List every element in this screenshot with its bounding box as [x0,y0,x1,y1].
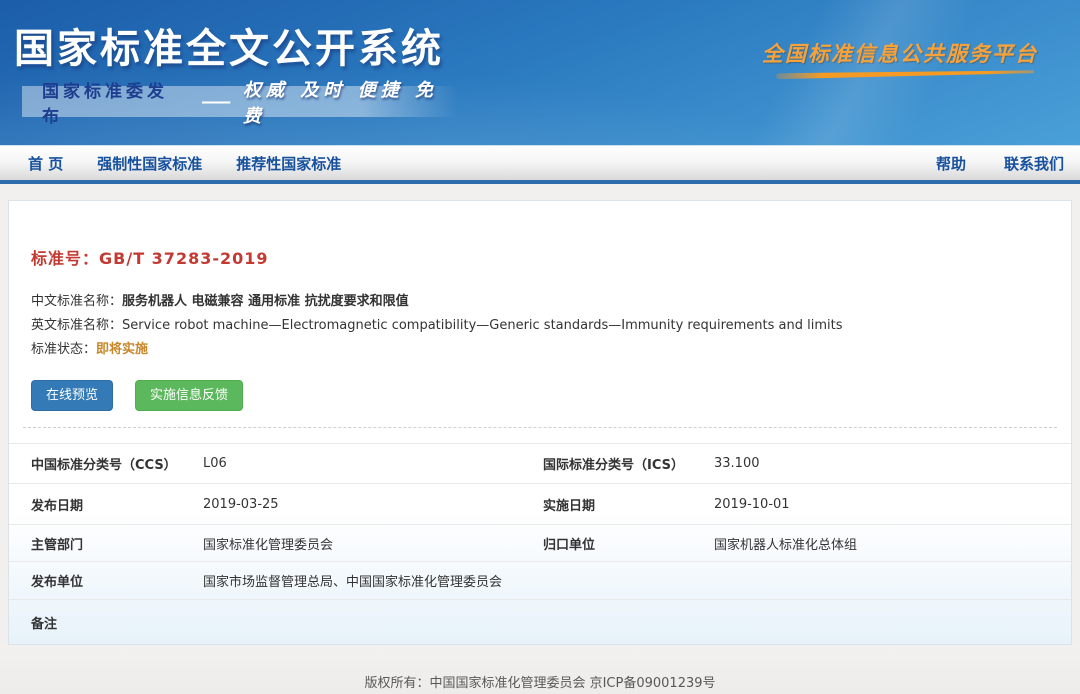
nav-mandatory-standards[interactable]: 强制性国家标准 [97,153,202,174]
cn-name-line: 中文标准名称：服务机器人 电磁兼容 通用标准 抗扰度要求和限值 [31,295,1071,308]
standard-number-value: GB/T 37283-2019 [99,249,269,268]
ccs-label: 中国标准分类号（CCS） [31,454,203,473]
centralized-unit-value: 国家机器人标准化总体组 [714,534,1071,553]
standard-number: 标准号：GB/T 37283-2019 [31,245,1071,269]
page-footer: 版权所有：中国国家标准化管理委员会 京ICP备09001239号 [0,645,1080,694]
table-row-classification: 中国标准分类号（CCS） L06 国际标准分类号（ICS） 33.100 [9,443,1071,483]
subtitle-dash: —— [201,92,229,111]
publish-unit-value: 国家市场监督管理总局、中国国家标准化管理委员会 [203,571,543,590]
dashed-divider [23,427,1057,428]
en-name-value: Service robot machine—Electromagnetic co… [122,318,842,333]
nav-recommended-standards[interactable]: 推荐性国家标准 [236,153,341,174]
table-row-publisher: 发布单位 国家市场监督管理总局、中国国家标准化管理委员会 [9,561,1071,599]
standard-fields: 中文标准名称：服务机器人 电磁兼容 通用标准 抗扰度要求和限值 英文标准名称：S… [31,295,1071,356]
cn-name-value: 服务机器人 电磁兼容 通用标准 抗扰度要求和限值 [122,294,409,309]
implementation-feedback-button[interactable]: 实施信息反馈 [135,380,243,411]
action-buttons: 在线预览 实施信息反馈 [31,380,1071,411]
en-name-label: 英文标准名称： [31,318,122,333]
en-name-line: 英文标准名称：Service robot machine—Electromagn… [31,319,1071,332]
site-header: 国家标准全文公开系统 国家标准委发布 —— 权威 及时 便捷 免费 全国标准信息… [0,0,1080,145]
status-badge: 即将实施 [96,342,148,357]
ccs-value: L06 [203,456,543,471]
platform-slogan: 全国标准信息公共服务平台 [762,38,1038,68]
status-line: 标准状态：即将实施 [31,343,1071,356]
authority-value: 国家标准化管理委员会 [203,534,543,553]
online-preview-button[interactable]: 在线预览 [31,380,113,411]
main-content: 标准号：GB/T 37283-2019 中文标准名称：服务机器人 电磁兼容 通用… [0,200,1080,645]
publish-date-value: 2019-03-25 [203,497,543,512]
publisher-text: 国家标准委发布 [42,77,187,127]
ics-label: 国际标准分类号（ICS） [543,454,714,473]
site-logo-title[interactable]: 国家标准全文公开系统 [14,16,444,74]
info-table: 中国标准分类号（CCS） L06 国际标准分类号（ICS） 33.100 发布日… [9,443,1071,656]
ics-value: 33.100 [714,456,1071,471]
slogan-underline-swoosh [776,69,1034,80]
implement-date-label: 实施日期 [543,495,714,514]
publish-unit-label: 发布单位 [31,571,203,590]
implement-date-value: 2019-10-01 [714,497,1071,512]
subtitle-slogan: 权威 及时 便捷 免费 [243,76,458,128]
cn-name-label: 中文标准名称： [31,294,122,309]
header-subtitle-band: 国家标准委发布 —— 权威 及时 便捷 免费 [22,86,458,117]
nav-contact[interactable]: 联系我们 [1004,153,1064,174]
nav-help[interactable]: 帮助 [936,153,966,174]
copyright-text: 版权所有：中国国家标准化管理委员会 京ICP备09001239号 [364,672,715,691]
table-row-departments: 主管部门 国家标准化管理委员会 归口单位 国家机器人标准化总体组 [9,524,1071,561]
authority-label: 主管部门 [31,534,203,553]
table-row-dates: 发布日期 2019-03-25 实施日期 2019-10-01 [9,483,1071,524]
nav-home[interactable]: 首 页 [28,153,63,174]
centralized-unit-label: 归口单位 [543,534,714,553]
standard-number-label: 标准号： [31,249,99,268]
main-nav: 首 页 强制性国家标准 推荐性国家标准 帮助 联系我们 [0,145,1080,184]
publish-date-label: 发布日期 [31,495,203,514]
remarks-label: 备注 [31,613,203,632]
standard-detail-card: 标准号：GB/T 37283-2019 中文标准名称：服务机器人 电磁兼容 通用… [8,200,1072,645]
status-label: 标准状态： [31,342,96,357]
